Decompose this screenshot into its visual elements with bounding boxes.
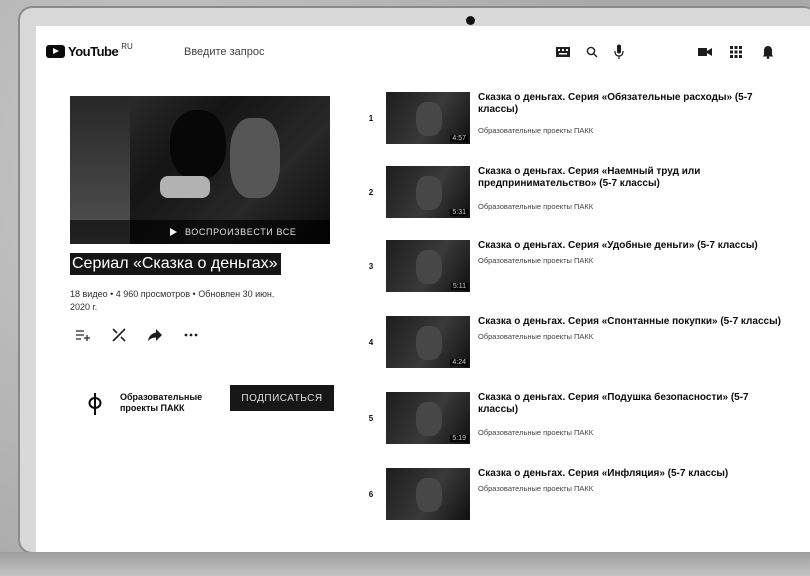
play-all-label: Воспроизвести все	[185, 227, 297, 237]
list-item[interactable]: 4 4:24 Сказка о деньгах. Серия «Спонтанн…	[366, 316, 810, 380]
video-title[interactable]: Сказка о деньгах. Серия «Удобные деньги»…	[478, 240, 810, 252]
video-channel[interactable]: Образовательные проекты ПАКК	[478, 256, 593, 265]
shuffle-icon[interactable]	[112, 328, 126, 342]
top-bar: YouTube RU	[36, 26, 810, 66]
more-options-icon[interactable]	[184, 328, 198, 342]
video-channel[interactable]: Образовательные проекты ПАКК	[478, 332, 593, 341]
video-channel[interactable]: Образовательные проекты ПАКК	[478, 202, 593, 211]
playlist-stats: 18 видео • 4 960 просмотров • Обновлен 3…	[70, 289, 275, 299]
channel-name-line2: проекты ПАКК	[120, 403, 185, 413]
search-icon[interactable]	[586, 43, 598, 61]
webcam-dot	[466, 16, 475, 25]
list-item[interactable]: 5 5:19 Сказка о деньгах. Серия «Подушка …	[366, 392, 810, 456]
video-index: 4	[368, 338, 374, 347]
list-item[interactable]: 6 Сказка о деньгах. Серия «Инфляция» (5-…	[366, 468, 810, 532]
playlist-actions	[76, 328, 198, 342]
video-duration: 5:31	[450, 209, 468, 216]
video-index: 2	[368, 188, 374, 197]
search-input[interactable]	[184, 44, 544, 60]
screen: YouTube RU Воспроизвести все	[36, 26, 810, 556]
video-duration: 5:19	[450, 435, 468, 442]
share-icon[interactable]	[148, 328, 162, 342]
microphone-icon[interactable]	[614, 43, 624, 61]
video-duration: 5:11	[450, 283, 468, 290]
video-thumbnail[interactable]: 5:11	[386, 240, 470, 292]
video-thumbnail[interactable]: 4:57	[386, 92, 470, 144]
list-item[interactable]: 2 5:31 Сказка о деньгах. Серия «Наемный …	[366, 166, 810, 230]
video-title[interactable]: Сказка о деньгах. Серия «Спонтанные поку…	[478, 316, 810, 328]
video-title[interactable]: Сказка о деньгах. Серия «Подушка безопас…	[478, 392, 784, 416]
video-duration: 4:24	[450, 359, 468, 366]
video-title[interactable]: Сказка о деньгах. Серия «Инфляция» (5-7 …	[478, 468, 810, 480]
youtube-play-icon	[46, 45, 65, 58]
notifications-bell-icon[interactable]	[762, 43, 774, 61]
playlist-title[interactable]: Сериал «Сказка о деньгах»	[70, 253, 281, 275]
video-index: 1	[368, 114, 374, 123]
apps-grid-icon[interactable]	[730, 43, 742, 61]
channel-name[interactable]: Образовательные проекты ПАКК	[120, 392, 216, 414]
playlist-updated-year: 2020 г.	[70, 302, 98, 312]
list-item[interactable]: 3 5:11 Сказка о деньгах. Серия «Удобные …	[366, 240, 810, 304]
list-item[interactable]: 1 4:57 Сказка о деньгах. Серия «Обязател…	[366, 92, 810, 156]
video-index: 5	[368, 414, 374, 423]
video-thumbnail[interactable]: 4:24	[386, 316, 470, 368]
playlist-meta: 18 видео • 4 960 просмотров • Обновлен 3…	[70, 288, 320, 314]
video-channel[interactable]: Образовательные проекты ПАКК	[478, 428, 593, 437]
video-channel[interactable]: Образовательные проекты ПАКК	[478, 126, 593, 135]
play-icon	[170, 228, 177, 236]
add-to-queue-icon[interactable]	[76, 328, 90, 342]
play-all-button[interactable]: Воспроизвести все	[70, 220, 330, 244]
subscribe-button[interactable]: Подписаться	[230, 385, 334, 411]
video-thumbnail[interactable]	[386, 468, 470, 520]
video-title[interactable]: Сказка о деньгах. Серия «Наемный труд ил…	[478, 166, 758, 190]
keyboard-icon[interactable]	[556, 43, 570, 61]
playlist-thumbnail[interactable]: Воспроизвести все	[70, 96, 330, 244]
video-duration: 4:57	[450, 135, 468, 142]
logo-country-code: RU	[121, 42, 133, 51]
youtube-logo[interactable]: YouTube RU	[46, 42, 133, 59]
laptop-bottom-edge	[0, 552, 810, 576]
video-thumbnail[interactable]: 5:19	[386, 392, 470, 444]
channel-logo-icon[interactable]	[88, 393, 102, 415]
logo-text: YouTube	[68, 44, 119, 59]
video-thumbnail[interactable]: 5:31	[386, 166, 470, 218]
channel-name-line1: Образовательные	[120, 392, 203, 402]
video-title[interactable]: Сказка о деньгах. Серия «Обязательные ра…	[478, 92, 784, 116]
video-index: 6	[368, 490, 374, 499]
video-index: 3	[368, 262, 374, 271]
video-channel[interactable]: Образовательные проекты ПАКК	[478, 484, 593, 493]
create-video-icon[interactable]	[698, 43, 712, 61]
